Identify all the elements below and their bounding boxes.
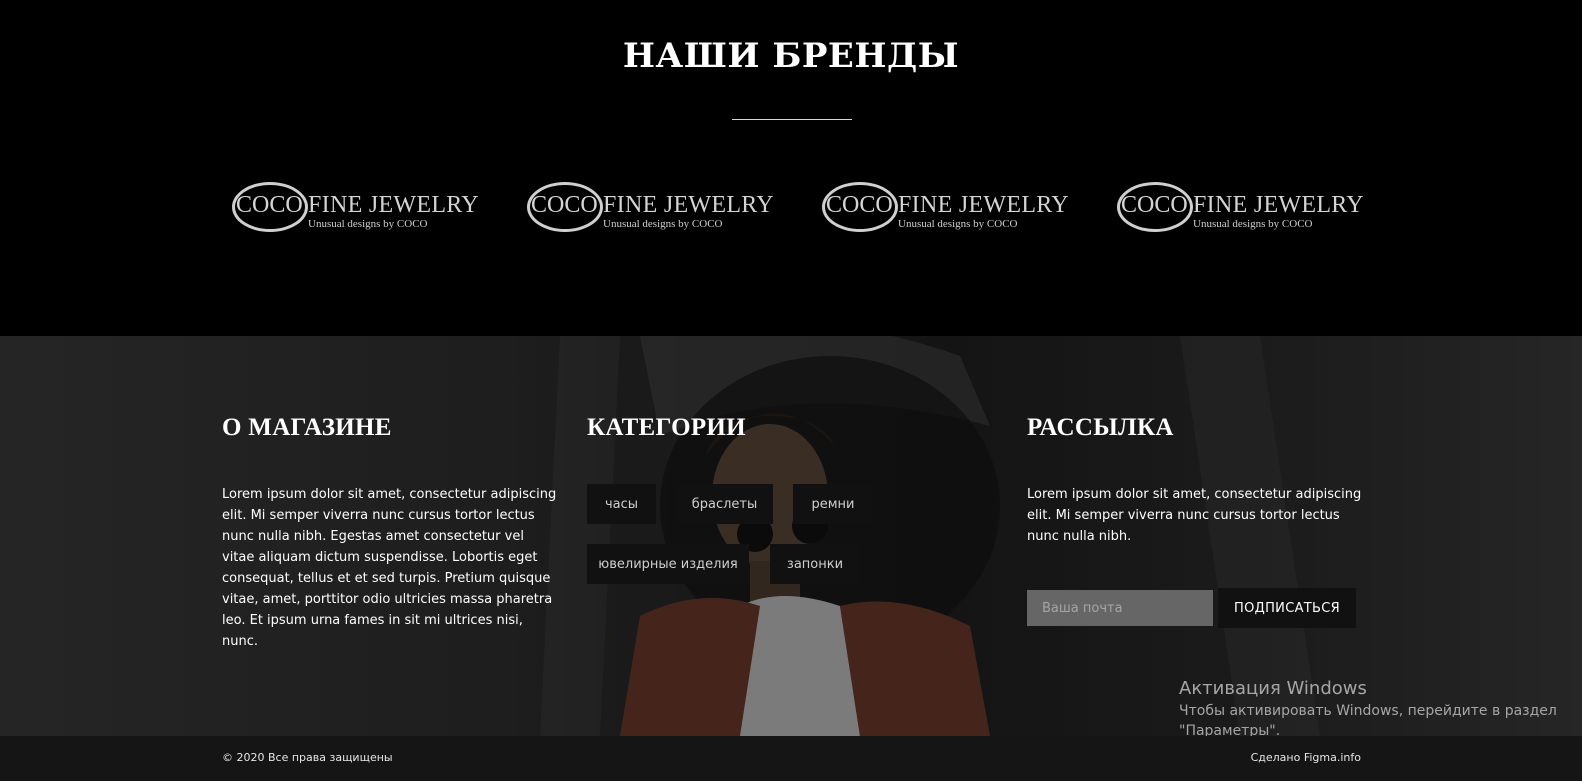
categories-title: КАТЕГОРИИ	[587, 414, 746, 441]
logo-mark: COCO	[1121, 192, 1188, 218]
logo-name: FINE JEWELRY	[1193, 192, 1364, 218]
logo-mark: COCO	[531, 192, 598, 218]
email-input[interactable]	[1027, 590, 1213, 626]
footer-section: О МАГАЗИНЕ Lorem ipsum dolor sit amet, c…	[0, 336, 1582, 736]
category-tag-watches[interactable]: часы	[587, 484, 656, 524]
bottom-bar: © 2020 Все права защищены Сделано Figma.…	[0, 736, 1582, 781]
brands-divider	[732, 119, 852, 120]
about-title: О МАГАЗИНЕ	[222, 414, 392, 441]
logo-tagline: Unusual designs by COCO	[898, 218, 1018, 230]
logo-tagline: Unusual designs by COCO	[308, 218, 428, 230]
logo-mark: COCO	[236, 192, 303, 218]
brand-logo[interactable]: COCO FINE JEWELRY Unusual designs by COC…	[822, 182, 1069, 236]
brand-logo[interactable]: COCO FINE JEWELRY Unusual designs by COC…	[1117, 182, 1364, 236]
logo-name: FINE JEWELRY	[603, 192, 774, 218]
windows-activation-watermark: Активация Windows Чтобы активировать Win…	[1179, 677, 1559, 736]
windows-activation-title: Активация Windows	[1179, 678, 1367, 699]
category-tag-cufflinks[interactable]: запонки	[770, 544, 860, 584]
category-tag-bracelets[interactable]: браслеты	[676, 484, 773, 524]
logo-mark: COCO	[826, 192, 893, 218]
newsletter-text: Lorem ipsum dolor sit amet, consectetur …	[1027, 487, 1362, 544]
category-tag-jewelry[interactable]: ювелирные изделия	[587, 544, 749, 584]
logo-name: FINE JEWELRY	[898, 192, 1069, 218]
logo-tagline: Unusual designs by COCO	[1193, 218, 1313, 230]
subscribe-button[interactable]: ПОДПИСАТЬСЯ	[1218, 588, 1356, 628]
brand-logo[interactable]: COCO FINE JEWELRY Unusual designs by COC…	[232, 182, 479, 236]
brand-logo[interactable]: COCO FINE JEWELRY Unusual designs by COC…	[527, 182, 774, 236]
newsletter-title: РАССЫЛКА	[1027, 414, 1174, 441]
logo-tagline: Unusual designs by COCO	[603, 218, 723, 230]
brands-section: НАШИ БРЕНДЫ COCO FINE JEWELRY Unusual de…	[0, 0, 1582, 336]
copyright-text: © 2020 Все права защищены	[222, 751, 393, 764]
windows-activation-text: Чтобы активировать Windows, перейдите в …	[1179, 703, 1557, 736]
logo-name: FINE JEWELRY	[308, 192, 479, 218]
about-text: Lorem ipsum dolor sit amet, consectetur …	[222, 487, 557, 649]
made-by-link[interactable]: Сделано Figma.info	[1251, 751, 1361, 764]
category-tag-belts[interactable]: ремни	[793, 484, 873, 524]
brands-title: НАШИ БРЕНДЫ	[622, 36, 960, 76]
